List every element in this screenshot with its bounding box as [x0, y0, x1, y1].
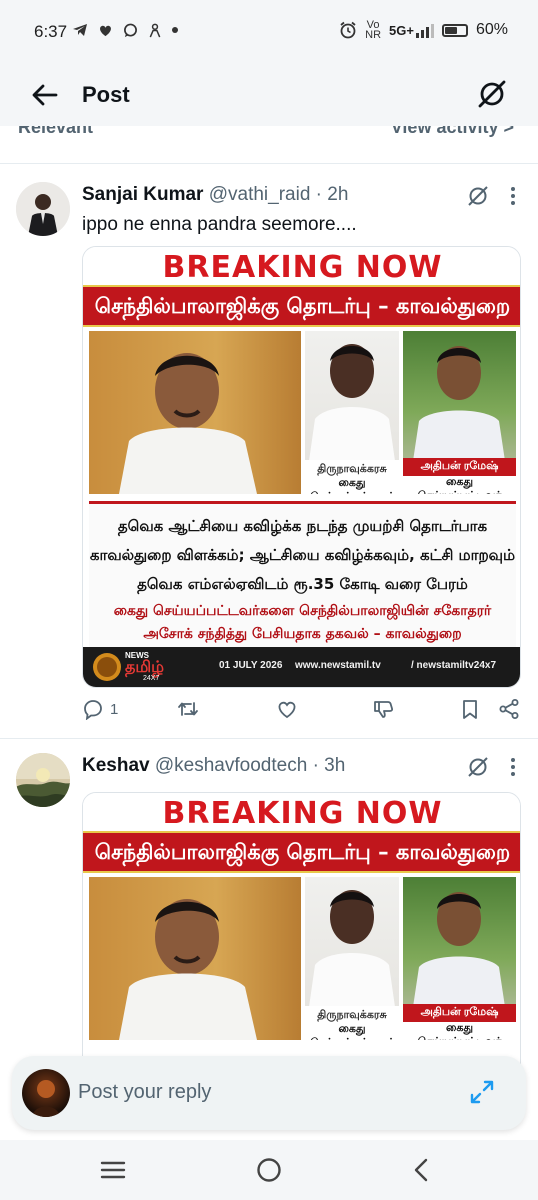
- app-bar: Post: [0, 64, 538, 126]
- volte-icon: Vo NR: [365, 19, 382, 41]
- thumbs-down-icon: [374, 701, 394, 718]
- breaking-banner: BREAKING NOW: [83, 793, 520, 831]
- more-options-icon[interactable]: [510, 186, 516, 206]
- home-icon[interactable]: [256, 1157, 282, 1183]
- reply-count: 1: [110, 700, 119, 718]
- like-button[interactable]: [276, 698, 298, 720]
- caption-right: அதிபன் ரமேஷ் கைது செய்யப்பட்டவர்: [403, 1004, 516, 1040]
- bookmark-button[interactable]: [460, 698, 480, 720]
- post-image[interactable]: BREAKING NOW செந்தில்பாலாஜிக்கு தொடர்பு …: [82, 246, 521, 688]
- telegram-icon: [73, 24, 87, 36]
- action-row: 1: [82, 698, 522, 726]
- repost-icon: [178, 702, 198, 716]
- dot-icon: [172, 27, 178, 33]
- reply-sort-row: Relevant View activity >: [0, 126, 538, 140]
- photo-main: [89, 331, 301, 494]
- news-footer: NEWS தமிழ் 24X7 01 JULY 2026 www.newstam…: [83, 647, 520, 687]
- author-handle[interactable]: @vathi_raid: [209, 184, 311, 205]
- recent-apps-icon[interactable]: [100, 1158, 126, 1182]
- photo-strip: திருநாவுக்கரசு கைது செய்யப்பட்டவர் அதிபன…: [89, 331, 516, 494]
- grok-icon[interactable]: [476, 78, 508, 110]
- share-button[interactable]: [498, 698, 520, 720]
- avatar-photo: [16, 753, 70, 807]
- separator: ·: [315, 184, 322, 205]
- author-name[interactable]: Sanjai Kumar: [82, 184, 203, 205]
- 5g-signal-icon: 5G+: [389, 23, 434, 38]
- reply-composer[interactable]: Post your reply: [12, 1056, 526, 1130]
- system-nav-bar: [0, 1140, 538, 1200]
- reply-button[interactable]: 1: [82, 698, 118, 720]
- reply-input[interactable]: Post your reply: [78, 1081, 211, 1104]
- heart-icon: [100, 25, 111, 36]
- grok-icon[interactable]: [466, 184, 490, 208]
- caption-middle: திருநாவுக்கரசு கைது செய்யப்பட்டவர்: [305, 1006, 399, 1040]
- caption-middle: திருநாவுக்கரசு கைது செய்யப்பட்டவர்: [305, 460, 399, 494]
- person-icon: [149, 23, 161, 37]
- author-name[interactable]: Keshav: [82, 755, 150, 776]
- photo-middle: திருநாவுக்கரசு கைது செய்யப்பட்டவர்: [305, 877, 399, 1040]
- post-text: ippo ne enna pandra seemore....: [82, 214, 357, 235]
- battery-icon: [441, 23, 468, 37]
- headline-bar: செந்தில்பாலாஜிக்கு தொடர்பு – காவல்துறை: [83, 285, 520, 327]
- news-body: தவெக ஆட்சியை கவிழ்க்க நடந்த முயற்சி தொடர…: [89, 501, 516, 649]
- post-time[interactable]: 2h: [327, 184, 348, 205]
- headline-bar: செந்தில்பாலாஜிக்கு தொடர்பு – காவல்துறை: [83, 831, 520, 873]
- caption-right: அதிபன் ரமேஷ் கைது செய்யப்பட்டவர்: [403, 458, 516, 494]
- alarm-icon: [340, 21, 356, 39]
- sort-relevant-label[interactable]: Relevant: [18, 126, 93, 138]
- reply-icon: [84, 700, 102, 720]
- photo-right: அதிபன் ரமேஷ் கைது செய்யப்பட்டவர்: [403, 331, 516, 494]
- post-header: Keshav @keshavfoodtech · 3h: [82, 755, 345, 777]
- reply-post[interactable]: Sanjai Kumar @vathi_raid · 2h ippo ne en…: [0, 164, 538, 738]
- share-icon: [499, 699, 519, 719]
- news-tamil-logo: NEWS தமிழ் 24X7: [91, 651, 181, 683]
- photo-middle: திருநாவுக்கரசு கைது செய்யப்பட்டவர்: [305, 331, 399, 494]
- separator: ·: [312, 755, 319, 776]
- news-date: 01 JULY 2026: [219, 660, 283, 671]
- avatar[interactable]: [16, 182, 70, 236]
- post-time[interactable]: 3h: [324, 755, 345, 776]
- status-time: 6:37: [34, 22, 68, 41]
- back-nav-icon[interactable]: [412, 1158, 430, 1182]
- photo-strip: திருநாவுக்கரசு கைது செய்யப்பட்டவர் அதிபன…: [89, 877, 516, 1040]
- photo-main: [89, 877, 301, 1040]
- my-avatar[interactable]: [22, 1069, 70, 1117]
- page-title: Post: [82, 82, 130, 107]
- reply-post[interactable]: Keshav @keshavfoodtech · 3h BREAKING NOW…: [0, 739, 538, 1112]
- post-header: Sanjai Kumar @vathi_raid · 2h: [82, 184, 348, 206]
- avatar[interactable]: [16, 753, 70, 807]
- avatar-photo: [16, 182, 70, 236]
- more-options-icon[interactable]: [510, 757, 516, 777]
- status-bar: 6:37 Vo NR 5G+ 60%: [0, 0, 538, 64]
- news-site: www.newstamil.tv: [295, 660, 381, 671]
- view-activity-link[interactable]: View activity >: [391, 126, 514, 138]
- bookmark-icon: [463, 700, 477, 719]
- author-handle[interactable]: @keshavfoodtech: [155, 755, 307, 776]
- back-arrow-icon[interactable]: [30, 80, 60, 110]
- chat-icon: [124, 23, 137, 37]
- expand-icon[interactable]: [468, 1078, 496, 1106]
- heart-icon: [278, 701, 296, 719]
- photo-right: அதிபன் ரமேஷ் கைது செய்யப்பட்டவர்: [403, 877, 516, 1040]
- downvote-button[interactable]: [372, 698, 396, 720]
- repost-button[interactable]: [176, 698, 200, 720]
- grok-icon[interactable]: [466, 755, 490, 779]
- breaking-banner: BREAKING NOW: [83, 247, 520, 285]
- news-social-handle: / newstamiltv24x7: [411, 660, 497, 671]
- battery-percent: 60%: [475, 21, 508, 38]
